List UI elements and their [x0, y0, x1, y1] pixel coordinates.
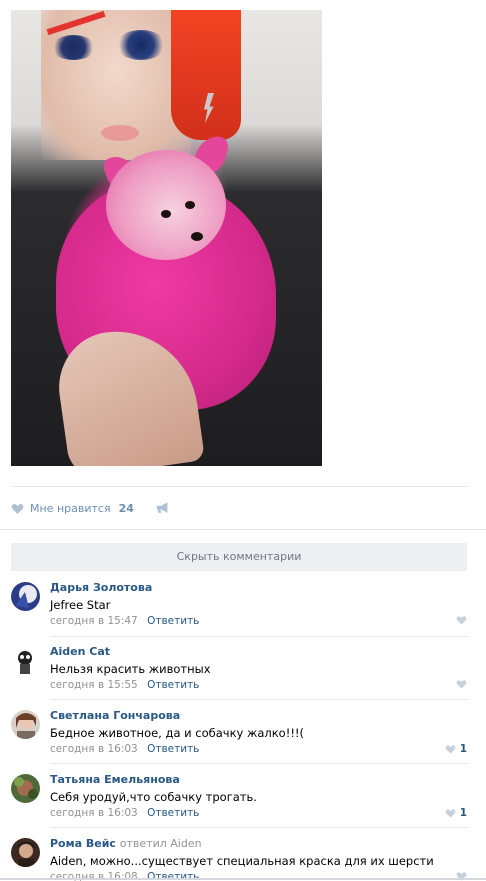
like-count[interactable]: 24: [119, 502, 134, 515]
heart-icon: [445, 745, 456, 754]
photo-dog-eye-shape: [161, 210, 171, 218]
comment-item: Светлана Гончарова Бедное животное, да и…: [11, 705, 467, 765]
divider: [0, 529, 486, 530]
heart-icon[interactable]: [11, 502, 24, 515]
heart-icon: [456, 616, 467, 625]
divider: [50, 636, 468, 637]
photo-eye-shape: [116, 30, 166, 60]
reply-button[interactable]: Ответить: [147, 679, 199, 691]
avatar[interactable]: [11, 582, 40, 611]
comment-time[interactable]: сегодня в 16:03: [50, 807, 138, 819]
heart-icon: [456, 680, 467, 689]
comment-meta: сегодня в 16:03 Ответить: [50, 743, 199, 755]
avatar[interactable]: [11, 646, 40, 675]
comment-author[interactable]: Рома Вейс ответил Aiden: [50, 837, 202, 850]
comment-text: Aiden, можно...существует специальная кр…: [50, 854, 434, 868]
divider: [0, 878, 486, 880]
divider: [50, 827, 468, 828]
comment-like[interactable]: [456, 679, 467, 689]
comment-like-count: 1: [459, 807, 467, 819]
divider: [50, 763, 468, 764]
comment-replied-to[interactable]: ответил Aiden: [120, 837, 202, 850]
comment-like[interactable]: 1: [445, 743, 467, 755]
photo-dog-eye-shape: [185, 201, 195, 209]
megaphone-icon[interactable]: [156, 502, 170, 514]
comment-time[interactable]: сегодня в 16:03: [50, 743, 138, 755]
comment-meta: сегодня в 15:55 Ответить: [50, 679, 199, 691]
avatar[interactable]: [11, 838, 40, 867]
reply-button[interactable]: Ответить: [147, 743, 199, 755]
post-photo[interactable]: [11, 10, 322, 466]
divider: [50, 699, 468, 700]
comment-item: Рома Вейс ответил Aiden Aiden, можно...с…: [11, 833, 467, 881]
photo-dog-head-shape: [106, 150, 226, 260]
comment-text: Бедное животное, да и собачку жалко!!!(: [50, 726, 305, 740]
photo-eye-shape: [51, 35, 96, 60]
reply-button[interactable]: Ответить: [147, 615, 199, 627]
avatar[interactable]: [11, 710, 40, 739]
comment-time[interactable]: сегодня в 15:47: [50, 615, 138, 627]
hide-comments-button[interactable]: Скрыть комментарии: [11, 543, 467, 571]
divider: [11, 486, 468, 487]
comment-like[interactable]: 1: [445, 807, 467, 819]
comment-author[interactable]: Татьяна Емельянова: [50, 773, 180, 786]
comment-author[interactable]: Дарья Золотова: [50, 581, 152, 594]
reply-button[interactable]: Ответить: [147, 807, 199, 819]
comment-item: Aiden Cat Нельзя красить животных сегодн…: [11, 641, 467, 701]
comment-time[interactable]: сегодня в 15:55: [50, 679, 138, 691]
comment-author[interactable]: Светлана Гончарова: [50, 709, 180, 722]
comment-text: Нельзя красить животных: [50, 662, 211, 676]
like-button[interactable]: Мне нравится: [30, 502, 111, 515]
comment-item: Дарья Золотова Jefree Star сегодня в 15:…: [11, 577, 467, 637]
comment-like-count: 1: [459, 743, 467, 755]
comment-text: Себя уродуй,что собачку трогать.: [50, 790, 257, 804]
comment-meta: сегодня в 16:03 Ответить: [50, 807, 199, 819]
avatar[interactable]: [11, 774, 40, 803]
comment-item: Татьяна Емельянова Себя уродуй,что собач…: [11, 769, 467, 829]
heart-icon: [445, 809, 456, 818]
comment-text: Jefree Star: [50, 598, 111, 612]
post-actions: Мне нравится 24: [11, 500, 170, 516]
comment-meta: сегодня в 15:47 Ответить: [50, 615, 199, 627]
photo-dog-nose-shape: [191, 232, 203, 241]
comment-like[interactable]: [456, 615, 467, 625]
comment-author[interactable]: Aiden Cat: [50, 645, 110, 658]
photo-lips-shape: [101, 125, 139, 141]
